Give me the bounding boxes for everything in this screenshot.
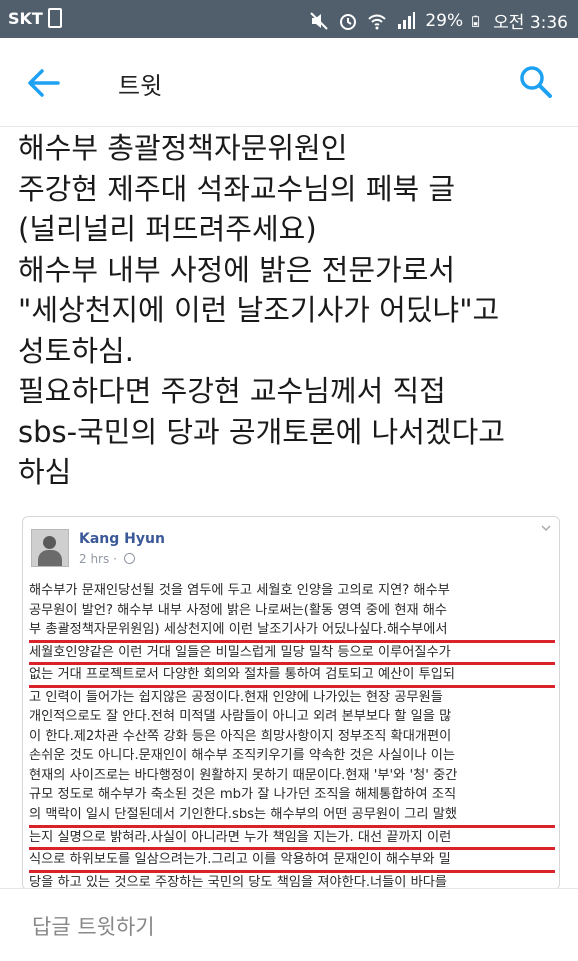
carrier-label: SKT (8, 9, 43, 28)
clock: 오전 3:36 (493, 13, 568, 33)
chevron-down-icon[interactable] (541, 523, 551, 533)
embedded-facebook-post[interactable]: Kang Hyun 2 hrs · 해수부가 문재인당선될 것을 염두에 두고 … (22, 516, 560, 890)
reply-input[interactable]: 답글 트윗하기 (32, 911, 155, 941)
mute-icon (310, 11, 329, 30)
tweet-line: 성토하심. (18, 333, 134, 368)
search-icon[interactable] (518, 64, 554, 100)
post-line-underlined: 부 총괄정책자문위원임) 세상천지에 이런 날조기사가 어딨나싶다.해수부에서 (29, 620, 555, 643)
globe-icon (123, 553, 135, 564)
battery-percent: 29% (425, 10, 464, 31)
post-line: 현재의 사이즈로는 바다행정이 원활하지 못하기 때문이다.현재 '부'와 '청… (29, 767, 458, 783)
status-bar: SKT 29% 오전 3:36 (0, 0, 578, 38)
post-body: 해수부가 문재인당선될 것을 염두에 두고 세월호 인양을 고의로 지연? 해수… (29, 581, 555, 889)
post-time: 2 hrs · (79, 552, 135, 566)
tweet-line: 주강현 제주대 석좌교수님의 페북 글 (18, 171, 456, 206)
post-line: 손쉬운 것도 아니다.문재인이 해수부 조직키우기를 약속한 것은 사실이나 이… (29, 748, 455, 764)
tweet-line: 필요하다면 주강현 교수님께서 직접 (18, 374, 446, 408)
alarm-icon (340, 13, 357, 30)
post-line: 해수부가 문재인당선될 것을 염두에 두고 세월호 인양을 고의로 지연? 해수… (29, 583, 450, 598)
tweet-line: 해수부 내부 사정에 밝은 전문가로서 (18, 252, 456, 287)
tweet-line: sbs-국민의 당과 공개토론에 나서겠다고 (18, 414, 505, 449)
post-line: 개인적으로도 잘 안다.전혀 미적댈 사람들이 아니고 외려 본부보다 할 일을… (29, 709, 452, 725)
post-line: 규모 정도로 해수부가 축소된 것은 mb가 잘 나가던 조직을 해체통합하여 … (29, 787, 457, 803)
tweet-line: 하심 (18, 455, 72, 489)
tweet-line: (널리널리 퍼뜨려주세요) (18, 212, 317, 246)
post-author: Kang Hyun (79, 531, 165, 547)
notification-icon (48, 8, 62, 28)
tweet-text: 해수부 총괄정책자문위원인 주강현 제주대 석좌교수님의 페북 글 (널리널리 … (18, 128, 566, 493)
post-line-underlined: 식으로 하위보도를 일삼으려는가.그리고 이를 악용하여 문재인이 해수부와 밀 (29, 850, 555, 873)
reply-bar: 답글 트윗하기 (0, 888, 578, 961)
post-line: 공무원이 발언? 해수부 내부 사정에 밝은 나로써는(활동 영역 중에 현재 … (29, 602, 448, 618)
page-title: 트윗 (118, 72, 163, 100)
status-icons: 29% 오전 3:36 (309, 8, 568, 33)
post-line-underlined: 없는 거대 프로젝트로서 다양한 회의와 절차를 통하여 검토되고 예산이 투입… (29, 665, 555, 688)
post-line: 고 인력이 들어가는 쉽지않은 공정이다.현재 인양에 나가있는 현장 공무원들 (29, 689, 443, 705)
avatar (31, 529, 69, 567)
tweet-line: "세상천지에 이런 날조기사가 어딨냐"고 (18, 293, 500, 327)
wifi-icon (368, 14, 387, 29)
post-line: 이 한다.제2차관 수산쪽 강화 등은 아직은 희망사항이지 정부조직 확대개편… (29, 728, 452, 744)
battery-icon (472, 15, 480, 27)
app-bar: 트윗 (0, 38, 578, 127)
post-time-label: 2 hrs (79, 552, 110, 566)
tweet-line: 해수부 총괄정책자문위원인 (18, 131, 348, 165)
post-line-underlined: 의 맥락이 일시 단절된데서 기인한다.sbs는 해수부의 어떤 공무원이 그리… (29, 805, 555, 828)
back-arrow-icon[interactable] (26, 66, 62, 100)
signal-icon (398, 11, 416, 29)
post-line-underlined: 는지 실명으로 밝혀라.사실이 아니라면 누가 책임을 지는가. 대선 끝까지 … (29, 828, 555, 851)
post-line-underlined: 세월호인양같은 이런 거대 일들은 비밀스럽게 밀당 밀착 등으로 이루어질수가 (29, 643, 555, 666)
